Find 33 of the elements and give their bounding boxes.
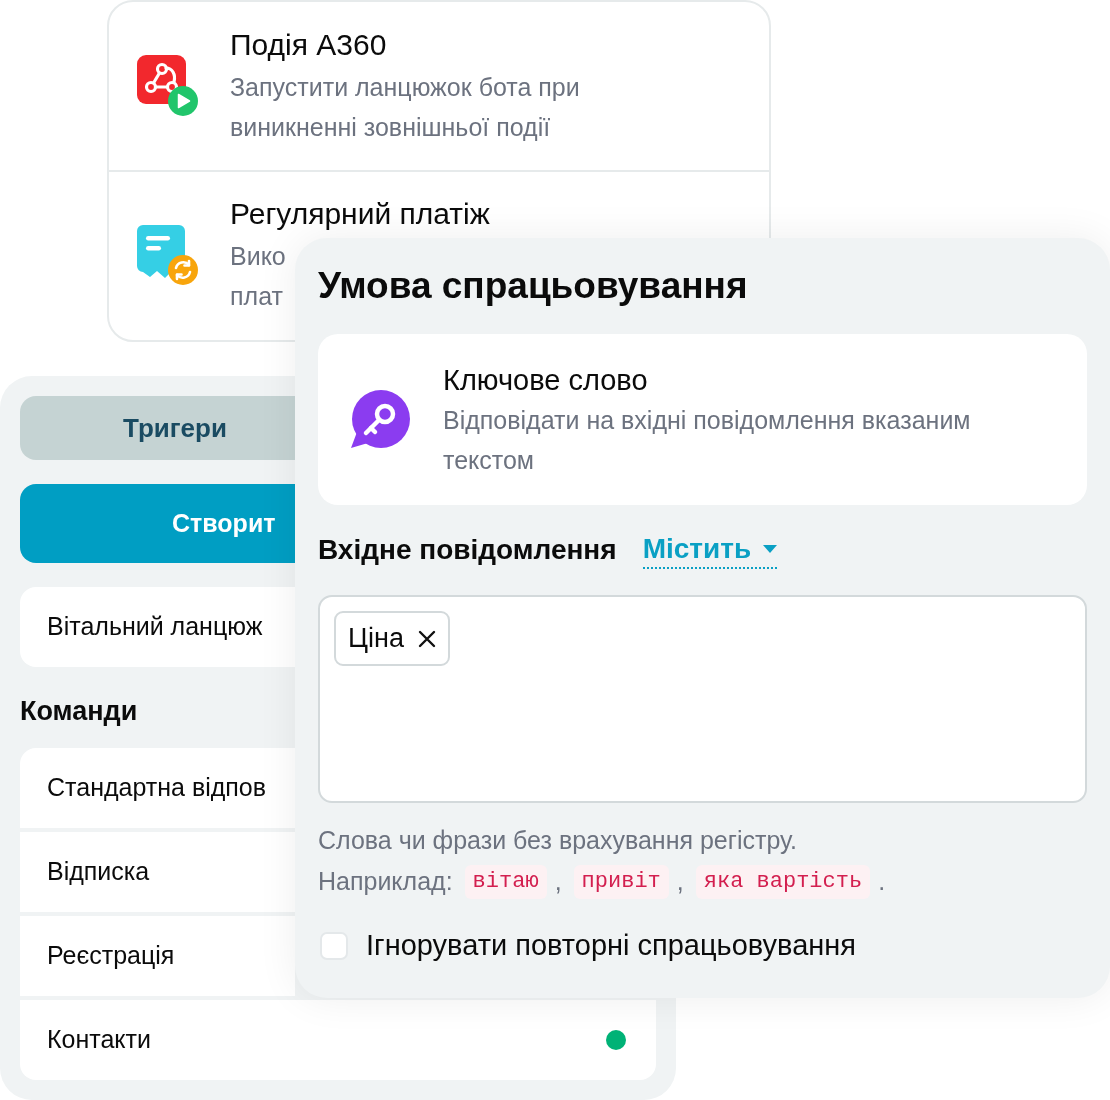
option-description: Запустити ланцюжок бота при виникненні зовнішньої події (230, 72, 581, 143)
command-item[interactable]: Відписка (20, 832, 295, 912)
caret-icon (763, 545, 778, 553)
receipt-refresh-icon (137, 224, 199, 286)
checkbox[interactable] (320, 932, 348, 960)
example-code: яка вартість (695, 865, 871, 899)
example-text: Наприклад: (318, 866, 453, 898)
trigger-type-title: Ключове слово (443, 362, 648, 398)
trigger-type-card[interactable]: Ключове слово Відповідати на вхідні повідомлення вказаним текстом (318, 334, 1087, 505)
tag-text: Ціна (348, 622, 404, 656)
tab[interactable]: Тригери (20, 396, 295, 460)
example-text: , (554, 866, 562, 898)
example-code: вітаю (464, 865, 547, 899)
example-text: . (878, 866, 886, 898)
option-description: Вико плат (230, 241, 286, 312)
trigger-type-description: Відповідати на вхідні повідомлення вказаним текстом (443, 404, 972, 476)
command-item[interactable]: Реєстрація (20, 916, 295, 996)
keywords-field[interactable]: Ціна (318, 595, 1087, 803)
checkbox-label: Ігнорувати повторні спрацьовування (366, 928, 857, 964)
panel-title: Умова спрацьовування (318, 264, 748, 308)
example-text: , (676, 866, 684, 898)
chain-item[interactable]: Вітальний ланцюж (20, 587, 295, 667)
close-icon[interactable] (417, 629, 436, 648)
option-title: Подія A360 (230, 27, 387, 63)
incoming-message-label: Вхідне повідомлення (318, 533, 617, 567)
example-code: привіт (573, 865, 669, 899)
commands-heading: Команди (20, 695, 138, 728)
command-item[interactable]: Стандартна відпов (20, 748, 295, 828)
webhook-icon (137, 55, 199, 117)
command-item[interactable]: Контакти (20, 1000, 656, 1080)
chat-key-icon (349, 389, 411, 450)
hint-text: Слова чи фрази без врахування регістру. (318, 825, 797, 856)
option-title: Регулярний платіж (230, 196, 490, 232)
